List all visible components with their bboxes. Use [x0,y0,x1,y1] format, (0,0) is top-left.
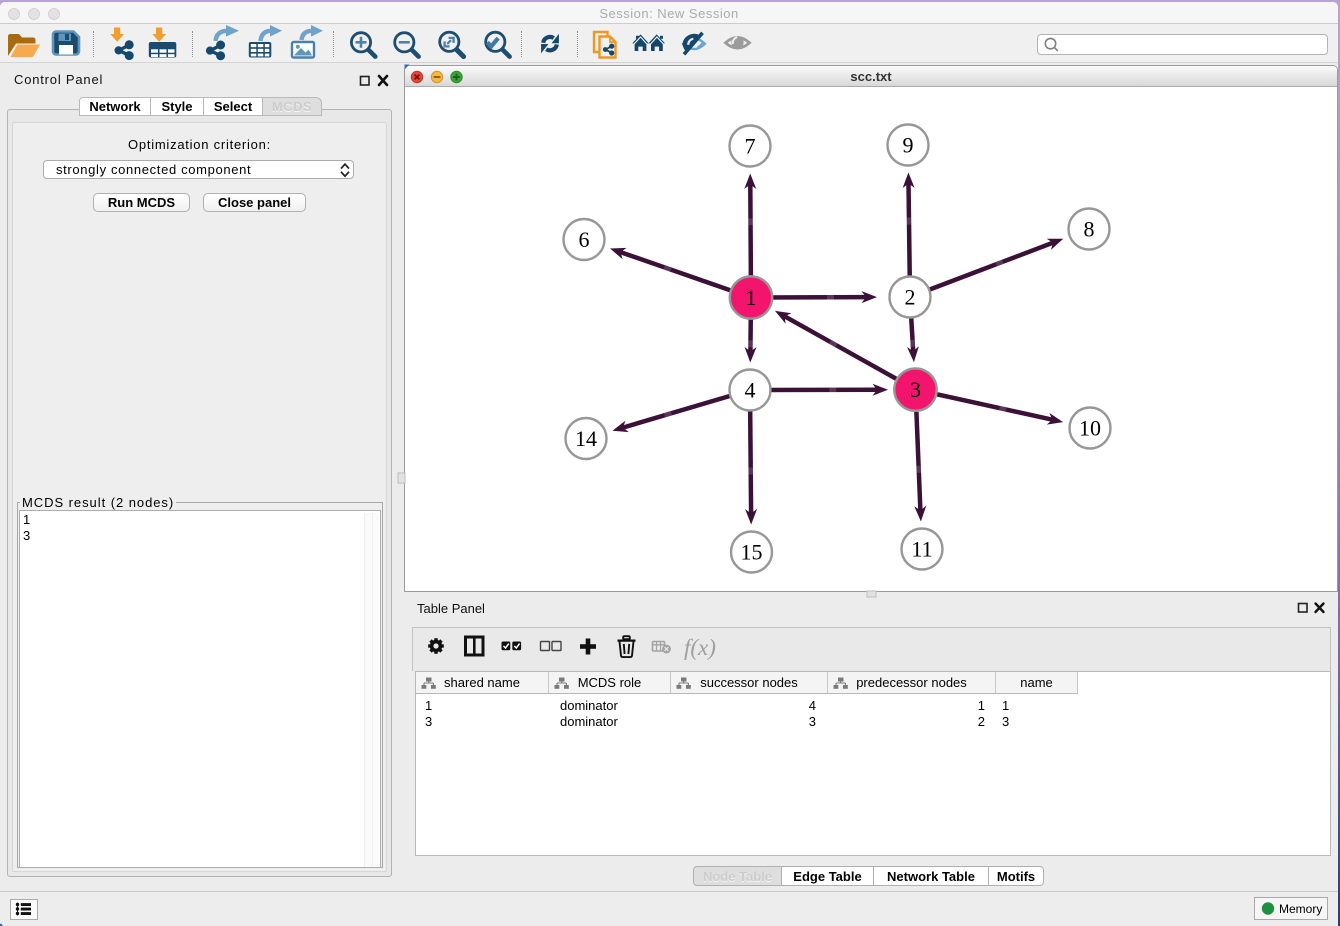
svg-text:14: 14 [575,426,597,451]
svg-text:10: 10 [1079,416,1101,441]
svg-text:15: 15 [741,540,763,565]
svg-text:2: 2 [905,285,916,310]
svg-text:1: 1 [746,285,757,310]
svg-text:4: 4 [745,378,756,403]
svg-text:6: 6 [579,227,590,252]
svg-text:7: 7 [745,134,756,159]
svg-text:3: 3 [910,377,921,402]
svg-text:9: 9 [903,133,914,158]
svg-text:11: 11 [911,537,932,562]
svg-text:8: 8 [1084,217,1095,242]
